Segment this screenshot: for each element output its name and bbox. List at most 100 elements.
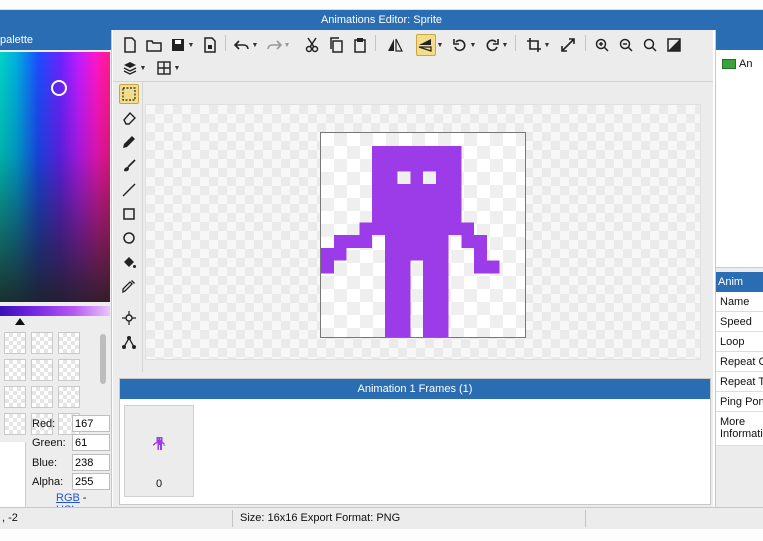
redo-icon[interactable] (265, 34, 283, 56)
sprite-pixel (423, 273, 436, 286)
brush-tool-icon[interactable] (119, 156, 139, 176)
eraser-tool-icon[interactable] (119, 108, 139, 128)
swatch[interactable] (58, 386, 80, 408)
swatch[interactable] (4, 359, 26, 381)
swatch[interactable] (4, 413, 26, 435)
bone-tool-icon[interactable] (119, 332, 139, 352)
sprite-pixel (160, 438, 162, 440)
sprite-canvas-area[interactable] (145, 104, 701, 360)
sprite-canvas[interactable] (320, 132, 526, 338)
sprite-pixel (160, 437, 161, 439)
rgb-mode-link[interactable]: RGB (56, 492, 80, 504)
sprite-pixel (158, 443, 160, 445)
sprite-pixel (160, 436, 161, 438)
rectangle-tool-icon[interactable] (119, 204, 139, 224)
redo-dropdown-icon[interactable]: ▼ (283, 34, 291, 56)
hue-slider-handle[interactable] (15, 318, 25, 325)
cut-icon[interactable] (303, 34, 321, 56)
origin-tool-icon[interactable] (119, 308, 139, 328)
save-icon[interactable] (169, 34, 187, 56)
flip-dropdown-icon[interactable]: ▼ (436, 34, 444, 56)
sprite-pixel (384, 247, 398, 261)
frame-thumbnail-image (153, 436, 166, 450)
layer-item[interactable]: An (722, 58, 752, 70)
crop-icon[interactable] (525, 34, 543, 56)
sprite-pixel (423, 286, 436, 299)
zoom-in-icon[interactable] (593, 34, 611, 56)
sprite-pixel (384, 196, 398, 210)
sprite-pixel (155, 442, 157, 443)
drawing-tools (113, 82, 143, 372)
sprite-pixel (160, 441, 161, 443)
layers-dropdown-icon[interactable]: ▼ (139, 57, 147, 79)
toggle-background-icon[interactable] (665, 34, 683, 56)
layers-icon[interactable] (121, 57, 139, 79)
sprite-pixel (157, 445, 159, 447)
sprite-pixel (372, 145, 385, 159)
pencil-tool-icon[interactable] (119, 132, 139, 152)
zoom-fit-icon[interactable] (641, 34, 659, 56)
swatch[interactable] (31, 359, 53, 381)
crop-dropdown-icon[interactable]: ▼ (543, 34, 551, 56)
swatch-scrollbar[interactable] (100, 334, 106, 384)
sprite-pixel (448, 184, 462, 197)
property-row[interactable]: Repeat C (716, 352, 763, 372)
grid-icon[interactable] (155, 57, 173, 79)
save-dropdown-icon[interactable]: ▼ (187, 34, 195, 56)
paste-icon[interactable] (351, 34, 369, 56)
sprite-pixel (372, 196, 385, 210)
swatch[interactable] (4, 386, 26, 408)
property-row[interactable]: Loop (716, 332, 763, 352)
undo-icon[interactable] (233, 34, 251, 56)
red-label: Red: (32, 418, 56, 430)
sprite-pixel (156, 438, 158, 440)
line-tool-icon[interactable] (119, 180, 139, 200)
rotate-right-dropdown-icon[interactable]: ▼ (501, 34, 509, 56)
property-row[interactable]: Ping Pon (716, 392, 763, 412)
hue-slider[interactable] (0, 306, 110, 316)
flip-horizontal-icon[interactable] (385, 34, 405, 56)
sprite-pixel (157, 439, 159, 441)
export-icon[interactable] (201, 34, 219, 56)
open-folder-icon[interactable] (145, 34, 163, 56)
rotate-right-icon[interactable] (483, 34, 501, 56)
property-row[interactable]: Repeat T (716, 372, 763, 392)
frame-thumbnail[interactable]: 0 (124, 405, 194, 497)
zoom-out-icon[interactable] (617, 34, 635, 56)
frames-panel: Animation 1 Frames (1) 0 (119, 378, 711, 505)
sprite-pixel (156, 437, 158, 439)
sprite-pixel (448, 171, 462, 184)
property-row[interactable]: Name (716, 292, 763, 312)
select-tool-icon[interactable] (119, 84, 139, 104)
swatch[interactable] (4, 332, 26, 354)
swatch[interactable] (31, 332, 53, 354)
eyedropper-tool-icon[interactable] (119, 276, 139, 296)
rotate-left-icon[interactable] (451, 34, 469, 56)
ellipse-tool-icon[interactable] (119, 228, 139, 248)
blue-field[interactable] (72, 454, 110, 471)
undo-dropdown-icon[interactable]: ▼ (251, 34, 259, 56)
grid-dropdown-icon[interactable]: ▼ (173, 57, 181, 79)
alpha-field[interactable] (72, 473, 110, 490)
property-row[interactable]: More Informati (716, 412, 763, 446)
sprite-pixel (159, 439, 160, 441)
resize-icon[interactable] (559, 34, 577, 56)
right-panel: An Anim Name Speed Loop Repeat C Repeat T Pin… (715, 30, 763, 507)
red-field[interactable] (72, 415, 110, 432)
new-file-icon[interactable] (121, 34, 139, 56)
color-picker-ring[interactable] (51, 80, 67, 96)
sprite-pixel (423, 247, 436, 261)
sprite-pixel (153, 443, 154, 445)
property-row[interactable]: Speed (716, 312, 763, 332)
sprite-pixel (397, 298, 411, 312)
swatch[interactable] (31, 386, 53, 408)
copy-icon[interactable] (327, 34, 345, 56)
swatch[interactable] (58, 359, 80, 381)
cursor-coordinates: , -2 (2, 512, 18, 524)
rotate-left-dropdown-icon[interactable]: ▼ (469, 34, 477, 56)
sprite-pixel (163, 443, 165, 444)
green-field[interactable] (72, 434, 110, 451)
swatch[interactable] (58, 332, 80, 354)
fill-tool-icon[interactable] (119, 252, 139, 272)
flip-vertical-icon[interactable] (416, 34, 436, 56)
